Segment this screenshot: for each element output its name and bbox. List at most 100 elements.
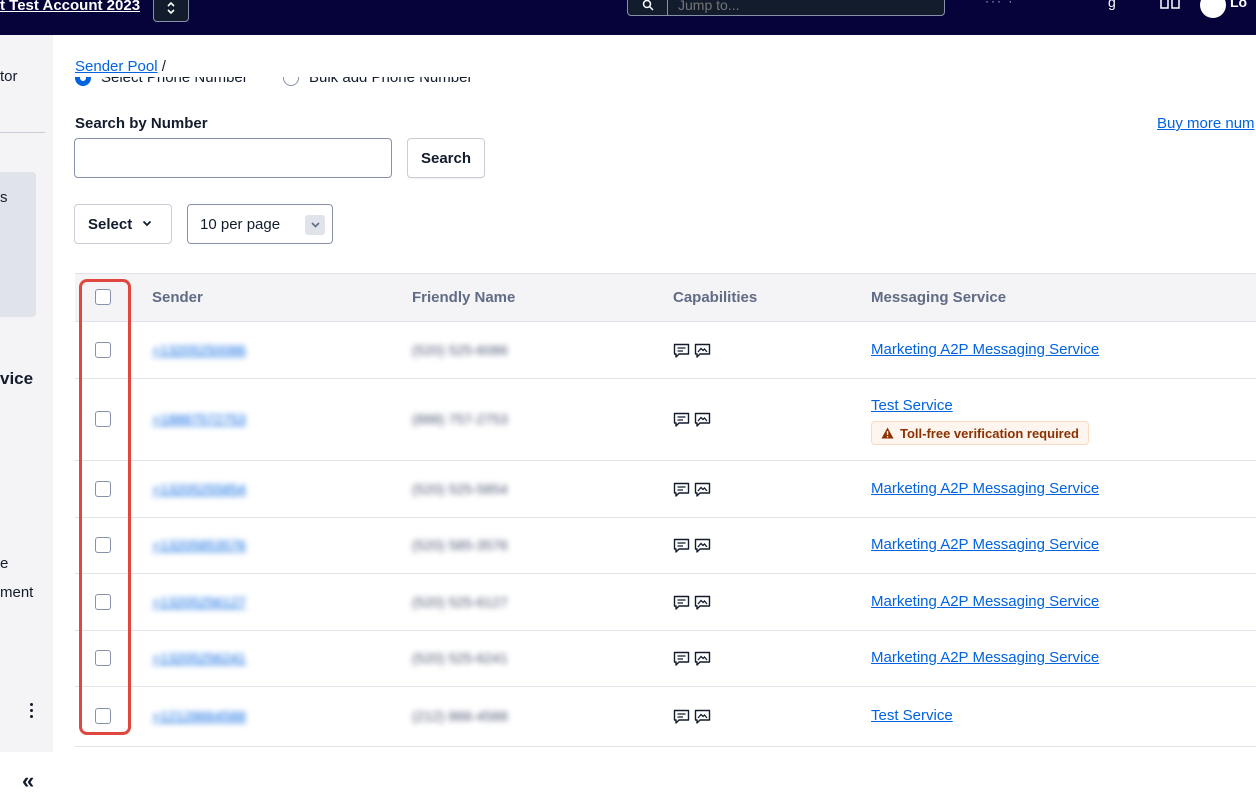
table-header: Sender Friendly Name Capabilities Messag… bbox=[75, 273, 1256, 322]
jump-to-input[interactable] bbox=[668, 0, 944, 15]
mms-icon bbox=[694, 538, 711, 559]
capabilities bbox=[673, 651, 711, 672]
mms-icon bbox=[694, 595, 711, 616]
messaging-service-link[interactable]: Marketing A2P Messaging Service bbox=[871, 480, 1099, 497]
sms-icon bbox=[673, 343, 690, 364]
mms-icon bbox=[694, 343, 711, 364]
top-nav-item[interactable]: ··· · bbox=[985, 0, 1014, 8]
messaging-service-link[interactable]: Marketing A2P Messaging Service bbox=[871, 536, 1099, 553]
friendly-name: (888) 757-2753 bbox=[412, 411, 508, 427]
search-label: Search by Number bbox=[75, 115, 208, 132]
table-row: +13205250086 (520) 525-6086 Marketing A2P … bbox=[75, 322, 1256, 379]
chevron-updown-icon bbox=[167, 1, 175, 15]
account-name[interactable]: t Test Account 2023 bbox=[0, 0, 140, 14]
row-select-checkbox[interactable] bbox=[95, 537, 111, 553]
sms-icon bbox=[673, 412, 690, 433]
sender-number-link[interactable]: +13205250086 bbox=[152, 342, 246, 358]
table-row: +18887572753 (888) 757-2753 Test Service To… bbox=[75, 379, 1256, 461]
capabilities bbox=[673, 412, 711, 433]
sms-icon bbox=[673, 595, 690, 616]
radio-bulk-add-phone-number[interactable]: Bulk add Phone Number bbox=[283, 77, 472, 86]
sms-icon bbox=[673, 482, 690, 503]
sidebar-section-title: vice bbox=[0, 369, 34, 388]
avatar[interactable] bbox=[1200, 0, 1226, 18]
column-header-sender: Sender bbox=[152, 289, 203, 306]
friendly-name: (520) 585-3576 bbox=[412, 537, 508, 553]
messaging-service-link[interactable]: Marketing A2P Messaging Service bbox=[871, 341, 1099, 358]
sms-icon bbox=[673, 709, 690, 730]
buy-more-numbers-link[interactable]: Buy more num bbox=[1157, 115, 1255, 132]
account-switcher-button[interactable] bbox=[153, 0, 189, 22]
collapse-sidebar-icon[interactable]: « bbox=[22, 768, 34, 794]
messaging-service-link[interactable]: Marketing A2P Messaging Service bbox=[871, 593, 1099, 610]
sender-number-link[interactable]: +18887572753 bbox=[152, 411, 246, 427]
per-page-value: 10 per page bbox=[200, 215, 281, 233]
row-select-checkbox[interactable] bbox=[95, 480, 111, 497]
row-select-checkbox[interactable] bbox=[95, 411, 111, 427]
toll-free-warning-badge: Toll-free verification required bbox=[871, 421, 1089, 445]
select-label: Select bbox=[88, 215, 133, 233]
search-number-input[interactable] bbox=[74, 138, 392, 178]
sender-number-link[interactable]: +12128664588 bbox=[152, 708, 246, 724]
sender-number-link[interactable]: +13205256127 bbox=[152, 594, 246, 610]
friendly-name: (212) 866-4588 bbox=[412, 708, 508, 724]
per-page-select[interactable]: 10 per page bbox=[187, 204, 333, 244]
sms-icon bbox=[673, 538, 690, 559]
apps-grid-icon[interactable] bbox=[1160, 0, 1180, 14]
messaging-service-link[interactable]: Test Service bbox=[871, 397, 953, 414]
radio-label: Bulk add Phone Number bbox=[309, 77, 473, 86]
sidebar-divider bbox=[0, 132, 45, 133]
capabilities bbox=[673, 343, 711, 364]
row-select-checkbox[interactable] bbox=[95, 341, 111, 358]
senders-table: Sender Friendly Name Capabilities Messag… bbox=[75, 273, 1256, 752]
select-all-checkbox[interactable] bbox=[95, 289, 111, 305]
search-button[interactable]: Search bbox=[407, 138, 485, 178]
friendly-name: (520) 525-6241 bbox=[412, 650, 508, 666]
sender-number-link[interactable]: +13205256241 bbox=[152, 650, 246, 666]
friendly-name: (520) 525-6127 bbox=[412, 593, 508, 610]
search-icon bbox=[628, 0, 668, 15]
breadcrumb-sender-pool-link[interactable]: Sender Pool bbox=[75, 58, 158, 75]
table-row: +13205255854 (520) 525-5854 Marketing A2P … bbox=[75, 461, 1256, 518]
breadcrumb: Sender Pool / bbox=[75, 58, 166, 75]
sidebar-item[interactable]: e bbox=[0, 555, 8, 572]
user-menu-label[interactable]: Lo bbox=[1230, 0, 1247, 10]
capabilities bbox=[673, 709, 711, 730]
row-select-checkbox[interactable] bbox=[95, 708, 111, 724]
warning-text: Toll-free verification required bbox=[900, 425, 1079, 441]
capabilities bbox=[673, 538, 711, 559]
mms-icon bbox=[694, 651, 711, 672]
sender-number-link[interactable]: +13205853576 bbox=[152, 537, 246, 553]
breadcrumb-separator: / bbox=[161, 58, 166, 75]
table-row: +13205256241 (520) 525-6241 Marketing A2P … bbox=[75, 631, 1256, 687]
table-row: +12128664588 (212) 866-4588 Test Service bbox=[75, 687, 1256, 747]
more-options-icon[interactable] bbox=[30, 703, 36, 721]
sidebar-item[interactable]: ment bbox=[0, 584, 33, 601]
bulk-select-button[interactable]: Select bbox=[74, 204, 172, 244]
friendly-name: (520) 525-6086 bbox=[412, 341, 508, 358]
column-header-messaging-service: Messaging Service bbox=[871, 289, 1007, 306]
messaging-service-link[interactable]: Test Service bbox=[871, 707, 953, 724]
sms-icon bbox=[673, 651, 690, 672]
row-select-checkbox[interactable] bbox=[95, 593, 111, 610]
table-row: +13205853576 (520) 585-3576 Marketing A2P … bbox=[75, 518, 1256, 574]
table-row: +13205256127 (520) 525-6127 Marketing A2P … bbox=[75, 574, 1256, 631]
top-nav-item[interactable]: g bbox=[1108, 0, 1116, 10]
add-method-radio-group: Select Phone Number Bulk add Phone Numbe… bbox=[75, 77, 495, 94]
capabilities bbox=[673, 595, 711, 616]
row-select-checkbox[interactable] bbox=[95, 650, 111, 666]
mms-icon bbox=[694, 482, 711, 503]
sidebar: tor s vice e ment « bbox=[0, 35, 53, 793]
radio-select-phone-number[interactable]: Select Phone Number bbox=[75, 77, 248, 86]
chevron-down-icon bbox=[305, 215, 325, 235]
column-header-capabilities: Capabilities bbox=[673, 289, 758, 306]
sidebar-item[interactable]: s bbox=[0, 189, 8, 206]
messaging-service-link[interactable]: Marketing A2P Messaging Service bbox=[871, 649, 1099, 666]
top-navigation-bar: t Test Account 2023 ··· · g Lo bbox=[0, 0, 1256, 35]
mms-icon bbox=[694, 709, 711, 730]
capabilities bbox=[673, 482, 711, 503]
sender-number-link[interactable]: +13205255854 bbox=[152, 481, 246, 497]
sidebar-item[interactable]: tor bbox=[0, 68, 18, 85]
column-header-friendly-name: Friendly Name bbox=[412, 289, 516, 306]
jump-to-search[interactable] bbox=[627, 0, 945, 16]
